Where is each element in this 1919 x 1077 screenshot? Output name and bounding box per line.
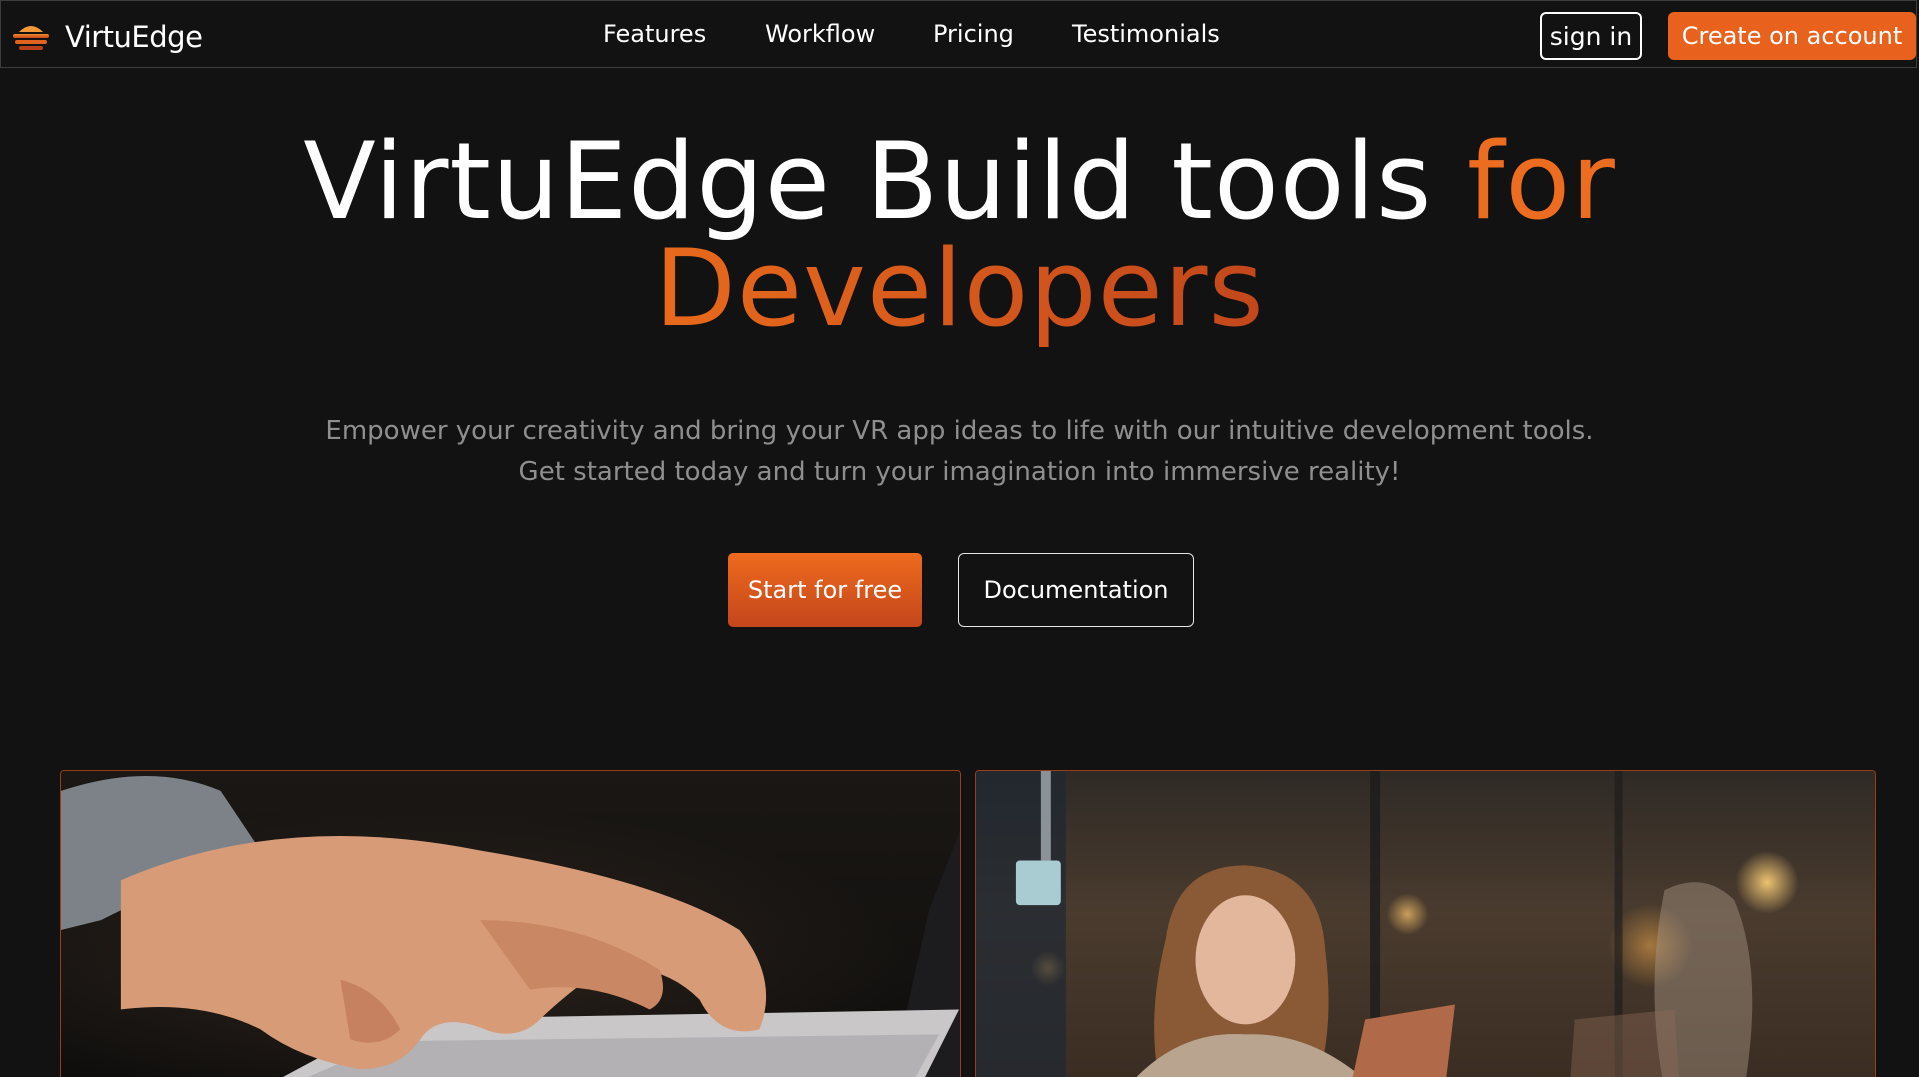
hands-typing-on-laptop-photo [61, 771, 960, 1077]
hero-title-accent-developers: Developers [654, 227, 1265, 350]
woman-with-tablet-city-night-photo [976, 771, 1875, 1077]
sign-in-button[interactable]: sign in [1540, 12, 1642, 60]
hero-subtitle-line-1: Empower your creativity and bring your V… [325, 416, 1594, 446]
hero-subtitle: Empower your creativity and bring your V… [0, 411, 1919, 493]
start-for-free-button[interactable]: Start for free [728, 553, 922, 627]
create-account-button[interactable]: Create on account [1668, 12, 1916, 60]
hero-subtitle-line-2: Get started today and turn your imaginat… [518, 457, 1401, 487]
nav-link-workflow[interactable]: Workflow [765, 20, 875, 48]
nav-link-pricing[interactable]: Pricing [933, 20, 1014, 48]
nav-link-features[interactable]: Features [603, 20, 706, 48]
documentation-button[interactable]: Documentation [958, 553, 1194, 627]
hero-title: VirtuEdge Build tools for Developers [0, 128, 1919, 342]
feature-image-card-city [975, 770, 1876, 1077]
hero-title-accent-for: for [1467, 120, 1616, 243]
hero-title-main: VirtuEdge Build tools [303, 120, 1468, 243]
nav-link-testimonials[interactable]: Testimonials [1072, 20, 1220, 48]
landing-page: VirtuEdge Features Workflow Pricing Test… [0, 0, 1919, 1077]
top-navbar: VirtuEdge Features Workflow Pricing Test… [0, 0, 1917, 68]
feature-image-card-typing [60, 770, 961, 1077]
